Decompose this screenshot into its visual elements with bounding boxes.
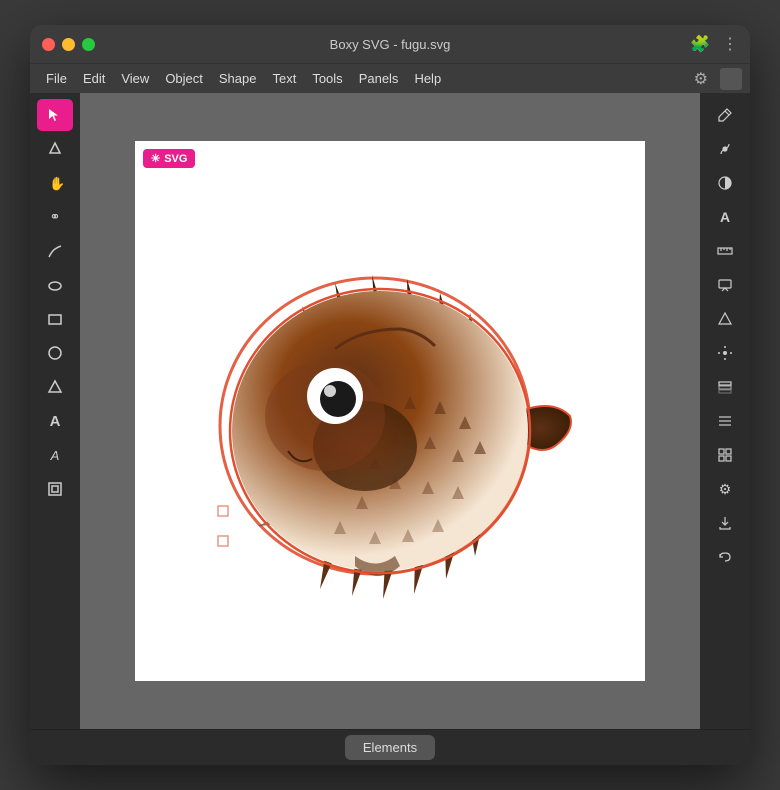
- ruler-tool-button[interactable]: [707, 235, 743, 267]
- minimize-button[interactable]: [62, 38, 75, 51]
- settings-icon[interactable]: ⚙: [690, 67, 712, 91]
- comment-tool-button[interactable]: [707, 269, 743, 301]
- shape-panel-button[interactable]: [707, 303, 743, 335]
- undo-button[interactable]: [707, 541, 743, 573]
- bottom-bar: Elements: [30, 729, 750, 765]
- canvas-area[interactable]: ✳ SVG: [80, 93, 700, 729]
- triangle-tool-button[interactable]: [37, 371, 73, 403]
- select-tool-button[interactable]: [37, 99, 73, 131]
- paint-tool-button[interactable]: [707, 99, 743, 131]
- right-toolbar: A: [700, 93, 750, 729]
- ellipse-tool-button[interactable]: [37, 269, 73, 301]
- menu-view[interactable]: View: [113, 68, 157, 89]
- menu-tools[interactable]: Tools: [304, 68, 350, 89]
- main-content: ✋ ⚭: [30, 93, 750, 729]
- color-swatch[interactable]: [720, 68, 742, 90]
- export-button[interactable]: [707, 507, 743, 539]
- list-panel-button[interactable]: [707, 405, 743, 437]
- titlebar-actions: 🧩 ⋮: [690, 34, 738, 54]
- rect-tool-button[interactable]: [37, 303, 73, 335]
- style-tool-button[interactable]: [707, 133, 743, 165]
- menu-file[interactable]: File: [38, 68, 75, 89]
- settings-panel-button[interactable]: ⚙: [707, 473, 743, 505]
- canvas-white: ✳ SVG: [135, 141, 645, 681]
- titlebar: Boxy SVG - fugu.svg 🧩 ⋮: [30, 25, 750, 63]
- left-toolbar: ✋ ⚭: [30, 93, 80, 729]
- more-icon[interactable]: ⋮: [722, 34, 738, 54]
- menu-shape[interactable]: Shape: [211, 68, 265, 89]
- elements-button[interactable]: Elements: [345, 735, 435, 760]
- menu-edit[interactable]: Edit: [75, 68, 113, 89]
- node-tool-button[interactable]: [37, 133, 73, 165]
- traffic-lights: [42, 38, 95, 51]
- maximize-button[interactable]: [82, 38, 95, 51]
- menubar-right: ⚙: [690, 67, 742, 91]
- pencil-tool-button[interactable]: [37, 235, 73, 267]
- menu-help[interactable]: Help: [406, 68, 449, 89]
- fish-illustration: [180, 201, 600, 621]
- close-button[interactable]: [42, 38, 55, 51]
- pan-tool-button[interactable]: ✋: [37, 167, 73, 199]
- svg-text:✋: ✋: [49, 176, 63, 191]
- text-style-tool-button[interactable]: A: [37, 439, 73, 471]
- window-title: Boxy SVG - fugu.svg: [330, 37, 451, 52]
- text-tool-button[interactable]: A: [37, 405, 73, 437]
- contrast-tool-button[interactable]: [707, 167, 743, 199]
- transform-tool-button[interactable]: [707, 337, 743, 369]
- circle-tool-button[interactable]: [37, 337, 73, 369]
- menu-text[interactable]: Text: [264, 68, 304, 89]
- menu-panels[interactable]: Panels: [351, 68, 407, 89]
- fish-svg: [180, 201, 600, 621]
- frame-tool-button[interactable]: [37, 473, 73, 505]
- svg-star-icon: ✳: [151, 152, 160, 165]
- menubar: File Edit View Object Shape Text Tools P…: [30, 63, 750, 93]
- svg-label: ✳ SVG: [143, 149, 195, 168]
- app-window: Boxy SVG - fugu.svg 🧩 ⋮ File Edit View O…: [30, 25, 750, 765]
- layers-panel-button[interactable]: [707, 371, 743, 403]
- smooth-tool-button[interactable]: ⚭: [37, 201, 73, 233]
- symbols-panel-button[interactable]: [707, 439, 743, 471]
- font-size-tool-button[interactable]: A: [707, 201, 743, 233]
- menu-object[interactable]: Object: [157, 68, 211, 89]
- svg-label-text: SVG: [164, 153, 187, 165]
- extensions-icon[interactable]: 🧩: [690, 34, 710, 54]
